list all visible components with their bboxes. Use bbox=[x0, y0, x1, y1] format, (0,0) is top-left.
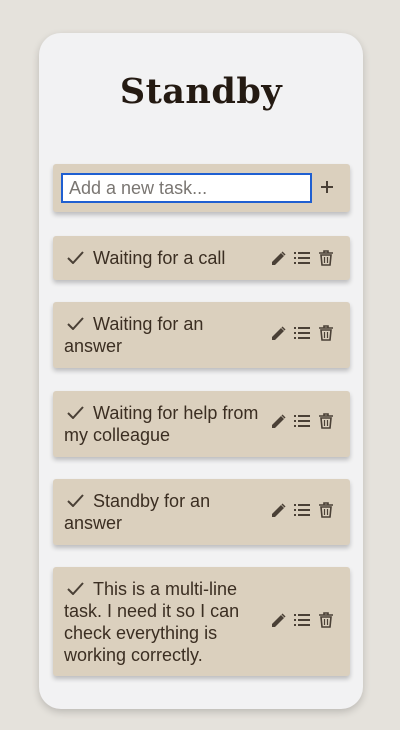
check-icon[interactable] bbox=[67, 582, 84, 595]
edit-button[interactable] bbox=[269, 412, 287, 430]
pencil-icon bbox=[271, 502, 286, 517]
details-button[interactable] bbox=[293, 611, 311, 629]
todo-card: Standby Waiting for a call Waiting for a… bbox=[39, 33, 363, 709]
check-icon[interactable] bbox=[67, 406, 84, 419]
task-text: Waiting for an answer bbox=[64, 314, 204, 356]
add-task-button[interactable] bbox=[315, 173, 339, 201]
details-button[interactable] bbox=[293, 501, 311, 519]
task-actions bbox=[269, 323, 335, 343]
check-icon[interactable] bbox=[67, 317, 84, 330]
task-actions bbox=[269, 411, 335, 431]
details-button[interactable] bbox=[293, 412, 311, 430]
pencil-icon bbox=[271, 250, 286, 265]
task-text: Waiting for a call bbox=[93, 248, 226, 268]
trash-icon bbox=[319, 250, 333, 266]
delete-button[interactable] bbox=[317, 249, 335, 267]
task-item: Waiting for an answer bbox=[53, 302, 350, 368]
trash-icon bbox=[319, 612, 333, 628]
trash-icon bbox=[319, 413, 333, 429]
list-icon bbox=[294, 504, 310, 516]
details-button[interactable] bbox=[293, 324, 311, 342]
task-text: Waiting for help from my colleague bbox=[64, 403, 259, 445]
delete-button[interactable] bbox=[317, 412, 335, 430]
task-label: Waiting for a call bbox=[64, 247, 274, 269]
delete-button[interactable] bbox=[317, 611, 335, 629]
delete-button[interactable] bbox=[317, 501, 335, 519]
task-item: This is a multi-line task. I need it so … bbox=[53, 567, 350, 676]
task-text: Standby for an answer bbox=[64, 491, 211, 533]
add-task-bar bbox=[53, 164, 350, 212]
check-icon[interactable] bbox=[67, 251, 84, 264]
task-actions bbox=[269, 248, 335, 268]
task-text: This is a multi-line task. I need it so … bbox=[64, 579, 240, 665]
task-actions bbox=[269, 610, 335, 630]
task-item: Standby for an answer bbox=[53, 479, 350, 545]
edit-button[interactable] bbox=[269, 249, 287, 267]
pencil-icon bbox=[271, 413, 286, 428]
list-icon bbox=[294, 252, 310, 264]
pencil-icon bbox=[271, 612, 286, 627]
task-label: Waiting for help from my colleague bbox=[64, 402, 264, 446]
task-actions bbox=[269, 500, 335, 520]
delete-button[interactable] bbox=[317, 324, 335, 342]
check-icon[interactable] bbox=[67, 494, 84, 507]
task-label: Standby for an answer bbox=[64, 490, 264, 534]
task-label: Waiting for an answer bbox=[64, 313, 264, 357]
pencil-icon bbox=[271, 325, 286, 340]
task-item: Waiting for help from my colleague bbox=[53, 391, 350, 457]
edit-button[interactable] bbox=[269, 611, 287, 629]
details-button[interactable] bbox=[293, 249, 311, 267]
list-icon bbox=[294, 327, 310, 339]
plus-icon bbox=[321, 181, 333, 193]
list-icon bbox=[294, 415, 310, 427]
app-title: Standby bbox=[119, 71, 283, 112]
new-task-input[interactable] bbox=[61, 173, 312, 203]
edit-button[interactable] bbox=[269, 324, 287, 342]
edit-button[interactable] bbox=[269, 501, 287, 519]
list-icon bbox=[294, 614, 310, 626]
task-label: This is a multi-line task. I need it so … bbox=[64, 578, 264, 666]
task-item: Waiting for a call bbox=[53, 236, 350, 280]
trash-icon bbox=[319, 502, 333, 518]
trash-icon bbox=[319, 325, 333, 341]
